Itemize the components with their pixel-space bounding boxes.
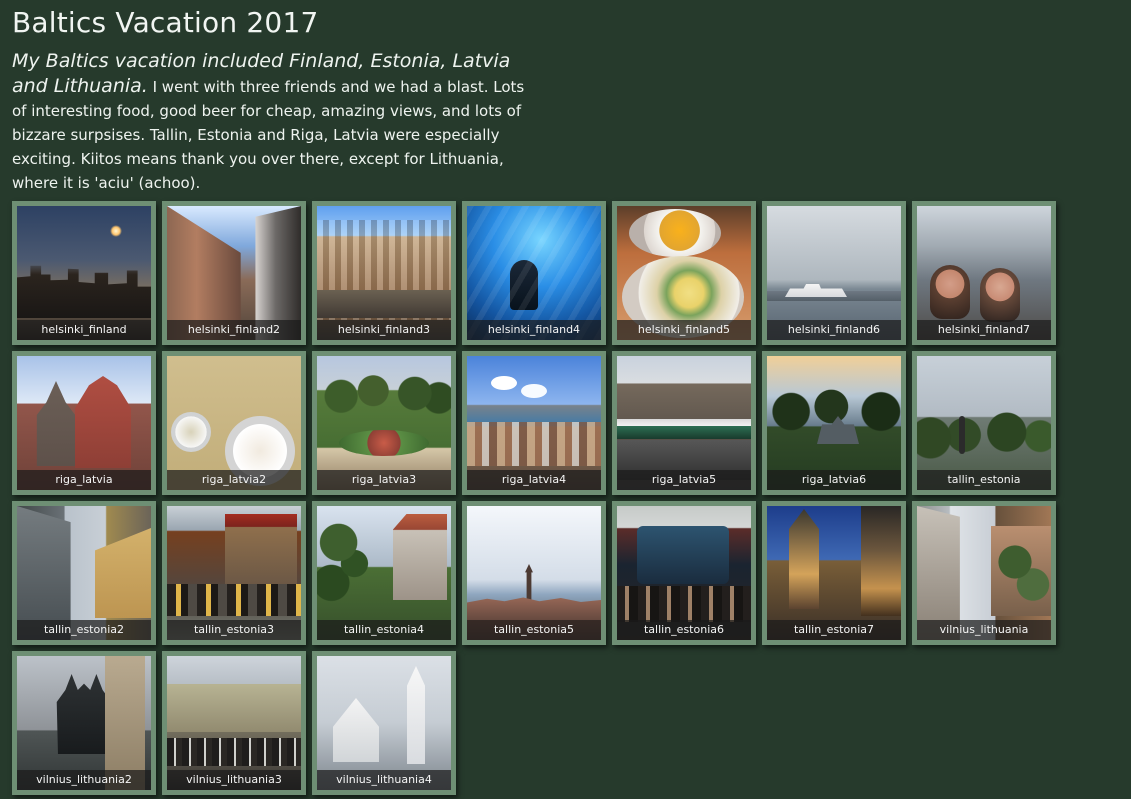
photo-caption: riga_latvia4 (467, 470, 601, 490)
photo-tile-tallin-estonia6[interactable]: tallin_estonia6 (612, 501, 756, 645)
photo-caption: helsinki_finland4 (467, 320, 601, 340)
photo-tile-tallin-estonia7[interactable]: tallin_estonia7 (762, 501, 906, 645)
photo-tile-helsinki-finland[interactable]: helsinki_finland (12, 201, 156, 345)
photo-caption: helsinki_finland2 (167, 320, 301, 340)
photo-tile-helsinki-finland7[interactable]: helsinki_finland7 (912, 201, 1056, 345)
photo-tile-tallin-estonia5[interactable]: tallin_estonia5 (462, 501, 606, 645)
photo-tile-riga-latvia4[interactable]: riga_latvia4 (462, 351, 606, 495)
photo-caption: vilnius_lithuania4 (317, 770, 451, 790)
photo-tile-tallin-estonia4[interactable]: tallin_estonia4 (312, 501, 456, 645)
photo-tile-vilnius-lithuania3[interactable]: vilnius_lithuania3 (162, 651, 306, 795)
photo-tile-vilnius-lithuania2[interactable]: vilnius_lithuania2 (12, 651, 156, 795)
photo-caption: riga_latvia6 (767, 470, 901, 490)
photo-tile-riga-latvia5[interactable]: riga_latvia5 (612, 351, 756, 495)
photo-caption: tallin_estonia3 (167, 620, 301, 640)
photo-tile-vilnius-lithuania[interactable]: vilnius_lithuania (912, 501, 1056, 645)
photo-caption: tallin_estonia6 (617, 620, 751, 640)
photo-caption: riga_latvia (17, 470, 151, 490)
photo-tile-helsinki-finland5[interactable]: helsinki_finland5 (612, 201, 756, 345)
photo-caption: helsinki_finland3 (317, 320, 451, 340)
photo-caption: helsinki_finland6 (767, 320, 901, 340)
photo-tile-vilnius-lithuania4[interactable]: vilnius_lithuania4 (312, 651, 456, 795)
photo-caption: vilnius_lithuania3 (167, 770, 301, 790)
photo-tile-riga-latvia6[interactable]: riga_latvia6 (762, 351, 906, 495)
photo-caption: vilnius_lithuania2 (17, 770, 151, 790)
photo-tile-helsinki-finland6[interactable]: helsinki_finland6 (762, 201, 906, 345)
photo-tile-riga-latvia[interactable]: riga_latvia (12, 351, 156, 495)
photo-caption: tallin_estonia (917, 470, 1051, 490)
photo-caption: helsinki_finland5 (617, 320, 751, 340)
photo-caption: helsinki_finland7 (917, 320, 1051, 340)
page-title: Baltics Vacation 2017 (12, 6, 319, 39)
photo-caption: vilnius_lithuania (917, 620, 1051, 640)
photo-caption: tallin_estonia2 (17, 620, 151, 640)
photo-tile-helsinki-finland3[interactable]: helsinki_finland3 (312, 201, 456, 345)
photo-tile-riga-latvia2[interactable]: riga_latvia2 (162, 351, 306, 495)
photo-caption: tallin_estonia7 (767, 620, 901, 640)
intro-paragraph: My Baltics vacation included Finland, Es… (12, 49, 534, 195)
vacation-page: Baltics Vacation 2017 My Baltics vacatio… (0, 0, 1131, 799)
photo-caption: riga_latvia5 (617, 470, 751, 490)
photo-caption: tallin_estonia5 (467, 620, 601, 640)
photo-tile-riga-latvia3[interactable]: riga_latvia3 (312, 351, 456, 495)
photo-tile-helsinki-finland2[interactable]: helsinki_finland2 (162, 201, 306, 345)
photo-caption: helsinki_finland (17, 320, 151, 340)
photo-tile-tallin-estonia2[interactable]: tallin_estonia2 (12, 501, 156, 645)
photo-caption: riga_latvia3 (317, 470, 451, 490)
photo-caption: riga_latvia2 (167, 470, 301, 490)
photo-tile-tallin-estonia3[interactable]: tallin_estonia3 (162, 501, 306, 645)
photo-caption: tallin_estonia4 (317, 620, 451, 640)
photo-tile-tallin-estonia[interactable]: tallin_estonia (912, 351, 1056, 495)
photo-tile-helsinki-finland4[interactable]: helsinki_finland4 (462, 201, 606, 345)
